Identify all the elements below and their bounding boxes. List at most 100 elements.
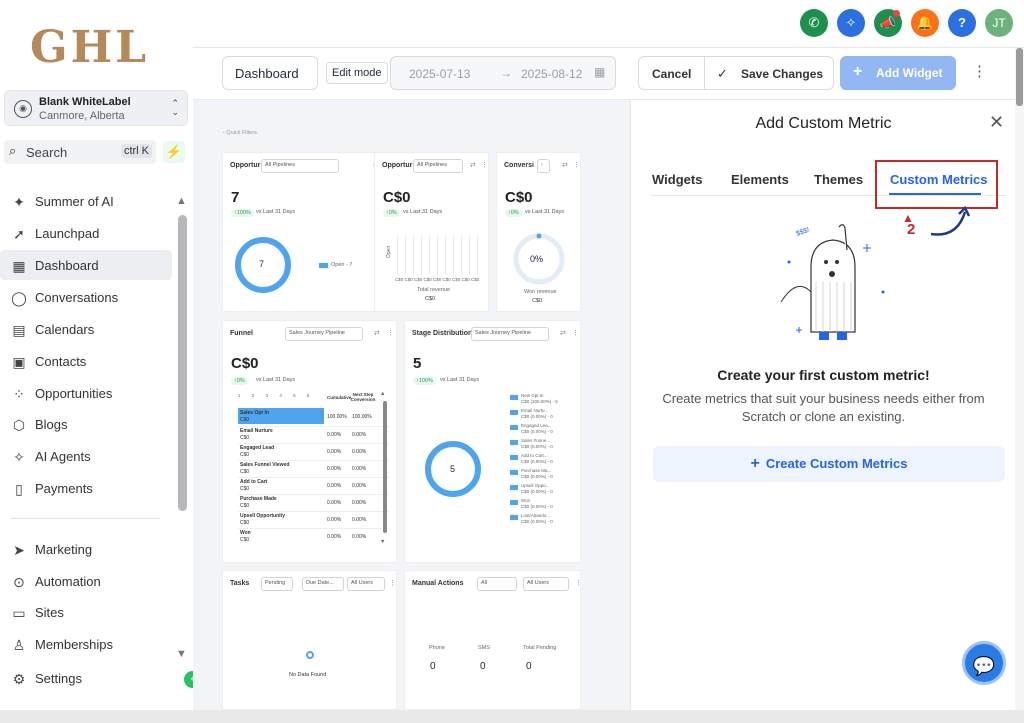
avatar[interactable]: JT (985, 9, 1013, 37)
type-filter[interactable]: All (477, 577, 517, 591)
close-icon[interactable]: ✕ (989, 112, 1004, 133)
swap-icon[interactable]: ⇄ (374, 329, 380, 337)
account-name: Blank WhiteLabel (39, 96, 131, 108)
row-cumulative: 0.00% (327, 483, 342, 489)
card-menu-icon[interactable]: ⋮ (573, 161, 580, 169)
row-next: 0.00% (352, 449, 367, 455)
phone-icon[interactable]: ✆ (800, 9, 828, 37)
tab-elements[interactable]: Elements (731, 172, 789, 187)
sidebar-item-launchpad[interactable]: ➚ Launchpad (0, 218, 172, 248)
won-label: Won revenue (524, 289, 557, 295)
edit-mode-toggle[interactable]: Edit mode (326, 62, 388, 84)
row-cumulative: 0.00% (327, 517, 342, 523)
card-menu-icon[interactable]: ⋮ (575, 579, 582, 587)
users-filter[interactable]: All Users (523, 577, 569, 591)
due-date-filter[interactable]: Due Date... (302, 577, 344, 591)
stage-distribution-card[interactable]: Stage Distribution Sales Journey Pipelin… (404, 320, 581, 563)
sidebar-item-summer-of-ai[interactable]: ✦ Summer of AI (0, 186, 172, 216)
more-options-icon[interactable]: ⋮ (972, 62, 987, 80)
sidebar-item-marketing[interactable]: ➤ Marketing (0, 534, 172, 564)
comparison-label: vs Last 31 Days (256, 377, 296, 383)
sidebar-item-opportunities[interactable]: ⁘ Opportunities (0, 378, 172, 408)
chat-support-icon[interactable]: 💬 (962, 641, 1006, 685)
legend-value: C$0 (0.00%) - 0 (521, 429, 553, 434)
table-row: Email Nurture C$0 0.00% 0.00% (238, 426, 389, 443)
help-icon[interactable]: ? (948, 9, 976, 37)
pipeline-filter[interactable]: All Pipelines (413, 159, 463, 173)
table-scrollbar[interactable] (383, 401, 387, 533)
swap-icon[interactable]: ⇄ (562, 161, 568, 169)
change-badge: ↑0% (383, 209, 400, 217)
card-menu-icon[interactable]: ⋮ (387, 329, 394, 337)
legend-value: C$0 (0.00%) - 0 (521, 504, 553, 509)
manual-actions-card[interactable]: Manual Actions All All Users ⋮ Phone SMS… (404, 570, 582, 710)
tab-themes[interactable]: Themes (814, 172, 863, 187)
plus-icon: + (853, 63, 863, 80)
save-changes-button[interactable]: Save Changes (741, 67, 823, 81)
sidebar-item-payments[interactable]: ▯ Payments (0, 473, 172, 503)
sidebar-item-memberships[interactable]: ♙ Memberships (0, 629, 172, 659)
opportunities-revenue-card[interactable]: Opportur All Pipelines ⇄ ⋮ C$0 ↑0% vs La… (374, 152, 489, 312)
column-header: Total Pending (523, 645, 557, 651)
row-next: 0.00% (352, 483, 367, 489)
add-widget-button[interactable]: + Add Widget (840, 56, 956, 90)
conversion-filter[interactable]: ‹ (537, 159, 550, 173)
account-switcher[interactable]: ◉ Blank WhiteLabel Canmore, Alberta ⌃ ⌄ (4, 90, 188, 126)
row-value: C$0 (240, 435, 250, 441)
send-icon: ➤ (13, 542, 25, 558)
sidebar-item-contacts[interactable]: ▣ Contacts (0, 346, 172, 376)
status-filter[interactable]: Pending (261, 577, 293, 591)
dashboard-select[interactable]: Dashboard (222, 56, 318, 90)
quick-filters-link[interactable]: ‹ Quick Filters (223, 130, 257, 136)
tasks-card[interactable]: Tasks Pending Due Date... All Users ⋮ No… (222, 570, 397, 710)
sidebar-item-conversations[interactable]: ◯ Conversations (0, 282, 172, 312)
row-value: C$0 (240, 520, 250, 526)
sidebar-item-blogs[interactable]: ⬡ Blogs (0, 409, 172, 439)
card-menu-icon[interactable]: ⋮ (572, 329, 579, 337)
pipeline-filter[interactable]: Sales Journey Pipeline (285, 327, 363, 341)
gear-icon: ⚙ (12, 671, 26, 687)
swap-icon[interactable]: ⇄ (560, 329, 566, 337)
scroll-up-arrow-icon[interactable]: ▲ (380, 391, 385, 397)
sidebar-item-settings[interactable]: ⚙ Settings (0, 663, 172, 693)
scrollbar-thumb[interactable] (1016, 48, 1023, 106)
opportunities-icon: ⁘ (13, 386, 25, 402)
cancel-button[interactable]: Cancel (652, 67, 691, 81)
tab-widgets[interactable]: Widgets (652, 172, 702, 187)
bell-icon[interactable]: 🔔 (911, 9, 939, 37)
opportunities-count-card[interactable]: Opportur All Pipelines ⇄ ⋮ 7 ↑100% vs La… (222, 152, 390, 312)
chat-icon: ◯ (11, 290, 27, 306)
sidebar-item-label: Summer of AI (35, 194, 114, 209)
row-value: C$0 (240, 537, 250, 543)
row-value: C$0 (240, 503, 250, 509)
scroll-down-arrow-icon[interactable]: ▼ (380, 539, 385, 545)
legend-label: Lost/Abando... (521, 513, 551, 518)
pipeline-filter[interactable]: All Pipelines (261, 159, 339, 173)
search-input[interactable]: ⌕ Search ctrl K (4, 140, 156, 164)
logo: GHL (30, 22, 150, 73)
megaphone-icon[interactable]: 📣 (874, 9, 902, 37)
sidebar-item-automation[interactable]: ⊙ Automation (0, 566, 172, 596)
pipeline-filter[interactable]: Sales Journey Pipeline (471, 327, 549, 341)
quick-action-icon[interactable]: ⚡ (163, 141, 185, 163)
scroll-up-arrow-icon[interactable]: ▲ (176, 195, 187, 207)
sidebar-scrollbar[interactable] (178, 215, 187, 511)
sidebar-item-sites[interactable]: ▭ Sites (0, 597, 172, 627)
create-custom-metrics-label: Create Custom Metrics (765, 456, 908, 471)
create-custom-metrics-button[interactable]: + Create Custom Metrics (653, 446, 1005, 482)
users-filter[interactable]: All Users (347, 577, 385, 591)
axis-label: Open (386, 245, 393, 259)
sidebar-item-calendars[interactable]: ▤ Calendars (0, 314, 172, 344)
date-range-picker[interactable]: 2025-07-13 → 2025-08-12 ▦ (390, 56, 616, 90)
sidebar-item-dashboard[interactable]: ▦ Dashboard (0, 250, 172, 280)
card-menu-icon[interactable]: ⋮ (389, 579, 396, 587)
scroll-down-arrow-icon[interactable]: ▼ (176, 648, 187, 660)
sidebar-item-ai-agents[interactable]: ✧ AI Agents (0, 441, 172, 471)
column-header: SMS (478, 645, 490, 651)
magic-icon[interactable]: ✧ (837, 9, 865, 37)
swap-icon[interactable]: ⇄ (470, 161, 476, 169)
page-scrollbar[interactable] (1015, 48, 1024, 710)
conversion-card[interactable]: Conversi ‹ ⇄ ⋮ C$0 ↑0% vs Last 31 Days 0… (496, 152, 581, 312)
card-menu-icon[interactable]: ⋮ (481, 161, 488, 169)
funnel-card[interactable]: Funnel Sales Journey Pipeline ⇄ ⋮ C$0 ↑0… (222, 320, 397, 563)
